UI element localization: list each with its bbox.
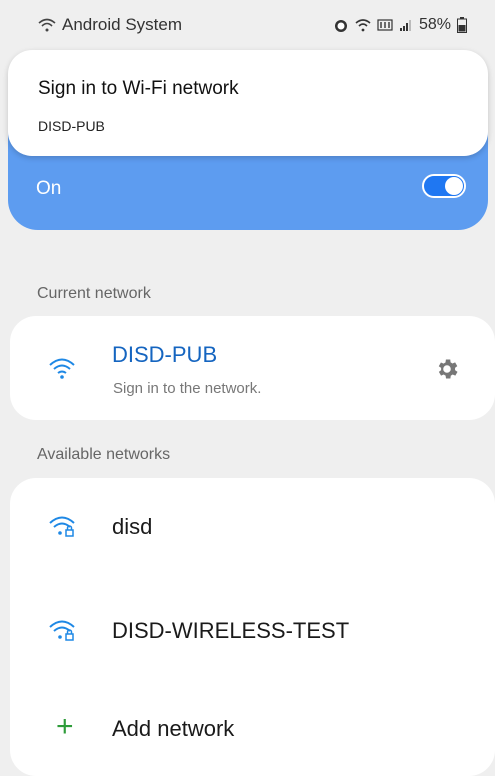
wifi-lock-icon [49, 620, 75, 641]
add-network-label: Add network [112, 716, 235, 741]
wifi-lock-icon [49, 516, 75, 537]
wifi-status-icon [38, 18, 56, 32]
wifi-toggle-label: On [36, 178, 62, 199]
plus-icon: + [56, 710, 74, 743]
wifi-signal-icon [355, 19, 371, 32]
battery-icon [457, 17, 467, 33]
available-networks-card: disd DISD-WIRELESS-TEST + Add network [10, 478, 495, 776]
current-network-header: Current network [37, 285, 151, 302]
current-network-status: Sign in to the network. [113, 380, 262, 397]
battery-percent: 58% [418, 16, 451, 33]
toggle-knob [445, 177, 463, 195]
network-item-disd-wireless-test[interactable]: DISD-WIRELESS-TEST [10, 582, 495, 678]
current-network-card[interactable]: DISD-PUB Sign in to the network. [10, 316, 495, 420]
status-bar-right: 58% [333, 16, 467, 34]
network-item-disd[interactable]: disd [10, 478, 495, 574]
status-bar-left: Android System [38, 15, 182, 35]
wifi-icon [49, 358, 75, 379]
available-networks-header: Available networks [37, 446, 171, 463]
notification-title: Sign in to Wi-Fi network [38, 78, 239, 99]
status-app-name: Android System [62, 15, 182, 34]
notification-network: DISD-PUB [38, 118, 105, 134]
network-name: DISD-WIRELESS-TEST [112, 618, 350, 643]
wifi-toggle-switch[interactable] [422, 174, 466, 198]
current-network-name: DISD-PUB [112, 342, 218, 367]
lte-icon [377, 19, 393, 31]
gear-icon[interactable] [434, 356, 460, 382]
status-bar: Android System 58% [0, 0, 495, 50]
add-network-button[interactable]: + Add network [10, 682, 495, 774]
alarm-icon [334, 20, 347, 32]
sign-in-notification[interactable]: Sign in to Wi-Fi network DISD-PUB [8, 50, 488, 156]
cell-signal-icon [399, 20, 411, 31]
network-name: disd [112, 514, 153, 539]
